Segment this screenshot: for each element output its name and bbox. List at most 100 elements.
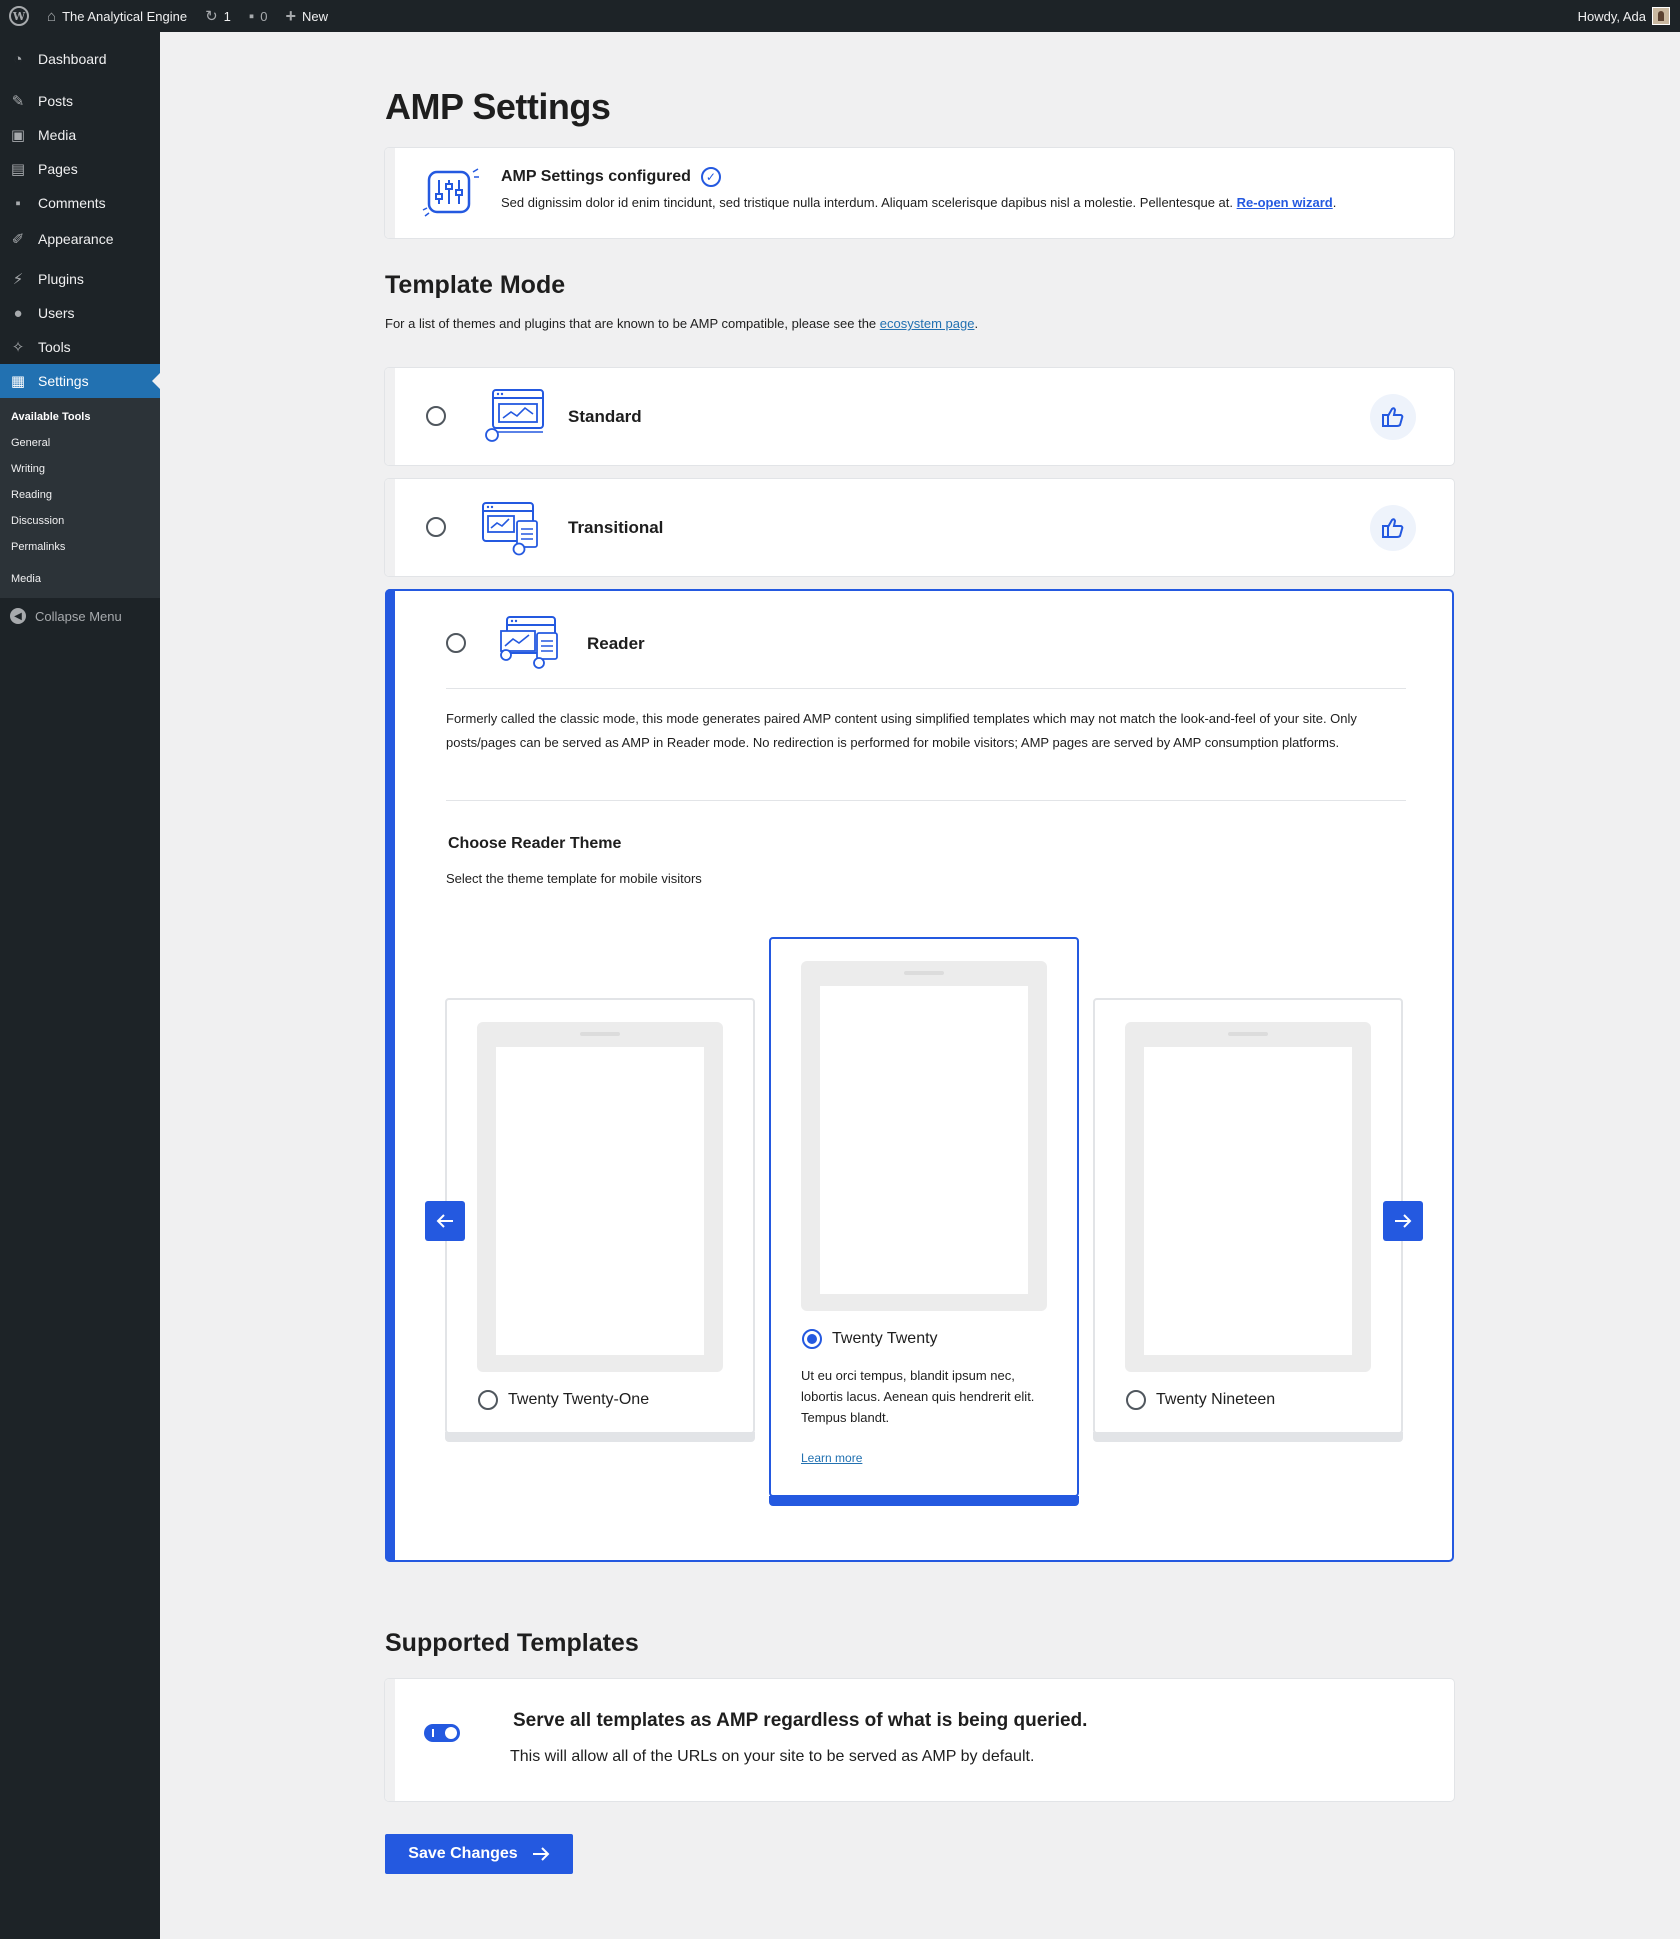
arrow-left-icon [436,1214,453,1228]
reader-mode-icon [500,616,558,669]
wrench-icon: ✧ [11,339,25,356]
wordpress-logo-button[interactable]: W [0,0,38,32]
device-speaker [1228,1032,1268,1036]
site-name-link[interactable]: ⌂ The Analytical Engine [38,0,196,32]
carousel-next-button[interactable] [1383,1201,1423,1241]
submenu-item-permalinks[interactable]: Permalinks [0,534,160,560]
comments-count: 0 [260,8,268,24]
sidebar-item-label: Posts [38,93,74,109]
mode-option-reader[interactable]: Reader Formerly called the classic mode,… [385,589,1454,1562]
submenu-item-reading[interactable]: Reading [0,482,160,508]
updates-link[interactable]: ↻ 1 [196,0,240,32]
sidebar-item-label: Comments [38,195,106,211]
theme-preview-screen [1144,1047,1352,1355]
configured-period: . [1332,195,1337,210]
standard-radio[interactable] [426,406,446,426]
sidebar-item-label: Media [38,127,77,143]
submenu-item-available-tools[interactable]: Available Tools [0,404,160,430]
comment-icon: ▪ [15,194,21,212]
user-icon: ● [13,304,23,322]
carousel-prev-button[interactable] [425,1201,465,1241]
theme-radio-twenty-nineteen[interactable] [1126,1390,1146,1410]
choose-reader-theme-title: Choose Reader Theme [448,835,622,852]
standard-mode-icon [485,389,544,442]
theme-card-twenty-nineteen[interactable]: Twenty Nineteen [1093,998,1403,1442]
supported-templates-title: Supported Templates [385,1629,639,1657]
account-menu[interactable]: Howdy, Ada [1569,0,1680,32]
theme-radio-twenty-twenty[interactable] [802,1329,822,1349]
sidebar-item-users[interactable]: ● Users [0,296,160,330]
home-icon: ⌂ [47,7,57,25]
theme-card-twenty-twenty-one[interactable]: Twenty Twenty-One [445,998,755,1442]
save-changes-button[interactable]: Save Changes [385,1834,573,1874]
sidebar-item-comments[interactable]: ▪ Comments [0,186,160,220]
learn-more-link[interactable]: Learn more [801,1451,862,1465]
settings-submenu: Available Tools General Writing Reading … [0,398,160,598]
sidebar-item-label: Settings [38,373,89,389]
choose-reader-theme-description: Select the theme template for mobile vis… [446,871,702,886]
sidebar-item-label: Tools [38,339,71,355]
device-speaker [580,1032,620,1036]
admin-bar: W ⌂ The Analytical Engine ↻ 1 ▪ 0 + New … [0,0,1680,32]
new-label: New [301,8,328,24]
submenu-item-general[interactable]: General [0,430,160,456]
greeting: Howdy, Ada [1577,8,1646,24]
reader-radio[interactable] [446,633,466,653]
sidebar-item-settings[interactable]: ▦ Settings [0,364,160,398]
sidebar-item-label: Users [38,305,75,321]
sidebar-item-plugins[interactable]: ⚡ Plugins [0,262,160,296]
settings-icon: ▦ [10,373,26,390]
divider [446,688,1406,689]
sidebar-item-media[interactable]: ▣ Media [0,118,160,152]
submenu-item-writing[interactable]: Writing [0,456,160,482]
plugin-icon: ⚡ [12,271,24,288]
sidebar-item-posts[interactable]: ✎ Posts [0,84,160,118]
transitional-radio[interactable] [426,517,446,537]
reopen-wizard-link[interactable]: Re-open wizard [1237,195,1333,210]
reader-label: Reader [587,634,645,653]
standard-label: Standard [568,407,642,426]
page-title: AMP Settings [385,86,611,127]
theme-name: Twenty Nineteen [1156,1391,1276,1408]
settings-configured-card: AMP Settings configured ✓ Sed dignissim … [385,148,1454,238]
theme-preview [477,1022,723,1372]
refresh-icon: ↻ [205,7,218,25]
plus-icon: + [285,6,296,26]
serve-all-templates-toggle[interactable] [424,1724,460,1742]
submenu-item-media[interactable]: Media [0,566,160,592]
settings-sliders-icon [422,168,479,217]
template-mode-description-text: For a list of themes and plugins that ar… [385,316,880,331]
sidebar-item-dashboard[interactable]: ◔ Dashboard [0,42,160,76]
serve-all-templates-description: This will allow all of the URLs on your … [510,1748,1035,1765]
collapse-menu-button[interactable]: ◀ Collapse Menu [0,598,160,634]
mode-option-transitional[interactable]: Transitional [385,479,1454,576]
theme-card-twenty-twenty[interactable]: Twenty Twenty Ut eu orci tempus, blandit… [769,937,1079,1506]
updates-count: 1 [223,8,231,24]
mode-option-standard[interactable]: Standard [385,368,1454,465]
admin-sidebar: ◔ Dashboard ✎ Posts ▣ Media ▤ Pages ▪ Co… [0,32,160,1939]
theme-radio-twenty-twenty-one[interactable] [478,1390,498,1410]
wordpress-logo-icon: W [9,6,29,26]
theme-preview-screen [820,986,1028,1294]
pin-icon: ✎ [11,93,25,110]
ecosystem-page-link[interactable]: ecosystem page [880,316,975,331]
comments-link[interactable]: ▪ 0 [240,0,277,32]
theme-preview [801,961,1047,1311]
thumbs-up-icon [1382,518,1404,538]
sidebar-item-appearance[interactable]: ✐ Appearance [0,222,160,256]
theme-preview-screen [496,1047,704,1355]
check-circle-icon: ✓ [700,167,721,187]
dashboard-icon: ◔ [13,50,23,68]
sidebar-item-tools[interactable]: ✧ Tools [0,330,160,364]
brush-icon: ✐ [11,231,25,248]
save-changes-label: Save Changes [408,1845,518,1862]
submenu-item-discussion[interactable]: Discussion [0,508,160,534]
new-content-link[interactable]: + New [276,0,337,32]
reader-description: Formerly called the classic mode, this m… [446,711,1357,750]
configured-heading: AMP Settings configured ✓ [501,167,721,187]
sidebar-item-label: Dashboard [38,51,107,67]
divider [446,800,1406,801]
comment-icon: ▪ [248,7,255,25]
pages-icon: ▤ [10,161,26,178]
sidebar-item-pages[interactable]: ▤ Pages [0,152,160,186]
